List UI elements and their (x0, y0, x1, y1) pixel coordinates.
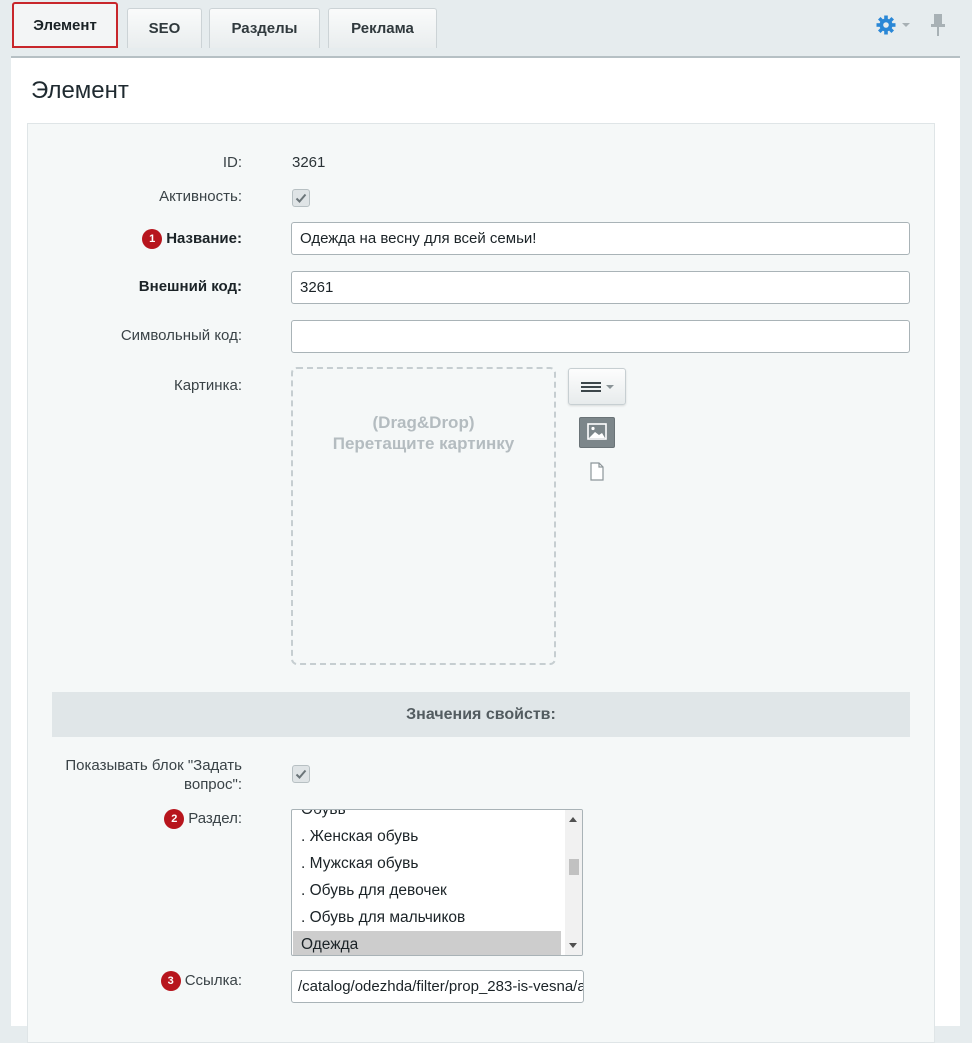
id-value: 3261 (292, 154, 326, 171)
external-code-label: Внешний код: (138, 278, 242, 295)
link-input[interactable]: /catalog/odezhda/filter/prop_283-is-vesn… (291, 970, 584, 1003)
pin-icon[interactable] (928, 12, 948, 38)
element-panel: Элемент ID: 3261 Активность: 1 Название: … (11, 56, 960, 1043)
tab-advertising[interactable]: Реклама (328, 8, 437, 48)
dropzone-text: Перетащите картинку (332, 434, 515, 453)
ask-block-label-line1: Показывать блок "Задать (65, 757, 242, 774)
list-item-selected[interactable]: Одежда (293, 931, 561, 955)
form-area: ID: 3261 Активность: 1 Название: Одежда н… (27, 123, 935, 1043)
list-item[interactable]: . Женская обувь (293, 823, 561, 850)
checkmark-icon (295, 193, 307, 203)
list-item[interactable]: Обувь (293, 810, 561, 823)
scroll-up-icon[interactable] (569, 817, 577, 822)
gear-icon[interactable] (876, 14, 910, 38)
picture-dropzone[interactable]: (Drag&Drop) Перетащите картинку (291, 367, 556, 665)
dropzone-hint: (Drag&Drop) (372, 413, 475, 432)
listbox-scrollbar[interactable] (565, 810, 582, 955)
page-title: Элемент (31, 77, 129, 104)
active-label: Активность: (159, 188, 242, 205)
tab-seo[interactable]: SEO (127, 8, 202, 48)
section-listbox[interactable]: Обувь . Женская обувь . Мужская обувь . … (291, 809, 583, 956)
ask-block-label-line2: вопрос": (184, 776, 242, 793)
required-badge: 1 (142, 229, 163, 249)
link-label: 3 Ссылка: (160, 971, 242, 991)
id-label: ID: (222, 154, 242, 171)
menu-icon (581, 382, 614, 392)
image-icon (587, 423, 607, 440)
section-label: 2 Раздел: (164, 809, 242, 829)
tab-sections[interactable]: Разделы (209, 8, 320, 48)
tab-element[interactable]: Элемент (12, 2, 118, 48)
file-icon[interactable] (589, 462, 605, 481)
ask-block-label: Показывать блок "Задать вопрос": (65, 756, 242, 794)
symbolic-code-label: Символьный код: (120, 327, 242, 344)
scroll-thumb[interactable] (569, 859, 579, 875)
name-label: 1 Название: (142, 229, 242, 249)
checkmark-icon (295, 769, 307, 779)
ask-block-checkbox[interactable] (292, 765, 310, 783)
active-checkbox[interactable] (292, 189, 310, 207)
chevron-down-icon (902, 23, 910, 27)
name-input[interactable]: Одежда на весну для всей семьи! (291, 222, 910, 255)
picture-label: Картинка: (173, 377, 242, 394)
picture-menu-button[interactable] (568, 368, 626, 405)
symbolic-code-input[interactable] (291, 320, 910, 353)
list-item[interactable]: . Мужская обувь (293, 850, 561, 877)
list-item[interactable]: . Обувь для девочек (293, 877, 561, 904)
tab-bar: Элемент SEO Разделы Реклама (0, 0, 972, 50)
external-code-input[interactable]: 3261 (291, 271, 910, 304)
properties-header: Значения свойств: (52, 692, 910, 737)
section-badge: 2 (164, 809, 185, 829)
image-upload-button[interactable] (579, 417, 615, 448)
scroll-down-icon[interactable] (569, 943, 577, 948)
name-label-text: Название: (166, 229, 242, 247)
link-badge: 3 (160, 971, 181, 991)
section-label-text: Раздел: (188, 809, 242, 827)
link-label-text: Ссылка: (184, 971, 242, 989)
list-item[interactable]: . Обувь для мальчиков (293, 904, 561, 931)
